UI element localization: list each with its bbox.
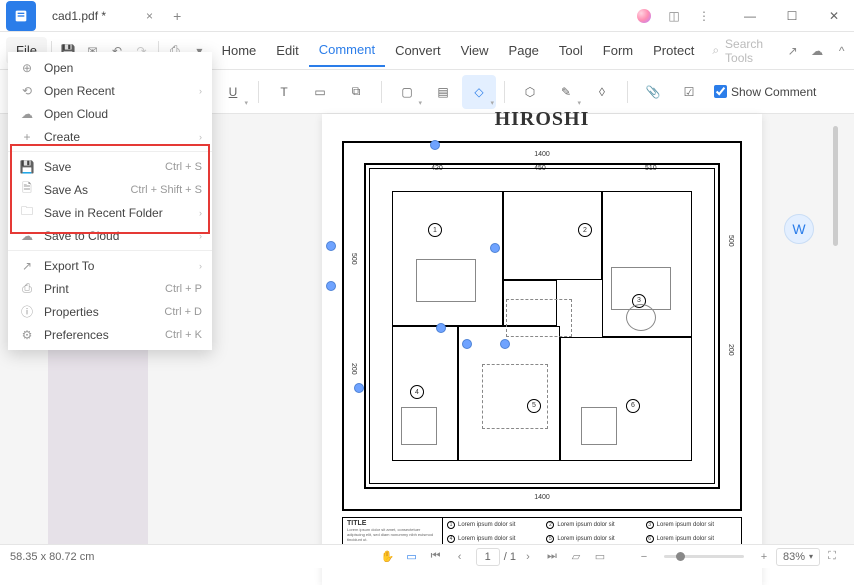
- text-tool[interactable]: T: [267, 75, 301, 109]
- menu-save[interactable]: 💾SaveCtrl + S: [8, 155, 212, 178]
- search-tools[interactable]: ⌕Search Tools: [704, 37, 780, 65]
- close-tab-icon[interactable]: ×: [146, 9, 153, 23]
- tab-convert[interactable]: Convert: [385, 35, 451, 66]
- close-button[interactable]: ✕: [814, 0, 854, 32]
- annotation-handle[interactable]: [430, 140, 440, 150]
- tab-comment[interactable]: Comment: [309, 34, 385, 67]
- dim-bottom: 1400: [534, 494, 550, 501]
- vertical-scrollbar[interactable]: [833, 126, 838, 246]
- assistant-icon[interactable]: [630, 2, 658, 30]
- maximize-button[interactable]: ☐: [772, 0, 812, 32]
- fit-width-icon[interactable]: ▭: [588, 545, 612, 569]
- menu-export[interactable]: ↗Export To›: [8, 254, 212, 277]
- cursor-coordinates: 58.35 x 80.72 cm: [10, 551, 94, 563]
- wand-icon: ⌕: [712, 43, 719, 58]
- menu-properties[interactable]: ⓘPropertiesCtrl + D: [8, 300, 212, 323]
- menu-save-cloud[interactable]: ☁Save to Cloud›: [8, 224, 212, 247]
- prev-page-icon[interactable]: ‹: [448, 545, 472, 569]
- more-icon[interactable]: ⋮: [690, 2, 718, 30]
- zoom-out-button[interactable]: −: [632, 545, 656, 569]
- fit-page-icon[interactable]: ▱: [564, 545, 588, 569]
- page-number-input[interactable]: 1: [476, 548, 500, 566]
- doc-title: HIROSHI: [322, 108, 762, 131]
- dim-top: 1400: [534, 151, 550, 158]
- attachment-tool[interactable]: 📎: [636, 75, 670, 109]
- stamp-tool[interactable]: ⬡: [513, 75, 547, 109]
- tab-protect[interactable]: Protect: [643, 35, 704, 66]
- statusbar: 58.35 x 80.72 cm ✋ ▭ ⏮ ‹ 1 / 1 › ⏭ ▱ ▭ −…: [0, 544, 854, 568]
- next-page-icon[interactable]: ›: [516, 545, 540, 569]
- add-tab-button[interactable]: +: [173, 8, 181, 24]
- cloud-icon[interactable]: ☁: [807, 37, 828, 65]
- comment-tool[interactable]: ▤: [426, 75, 460, 109]
- annotation-handle[interactable]: [490, 243, 500, 253]
- zoom-in-button[interactable]: +: [752, 545, 776, 569]
- fullscreen-icon[interactable]: ⛶: [820, 545, 844, 569]
- legend: TITLE Lorem ipsum dolor sit amet, consec…: [342, 517, 742, 547]
- tab-document[interactable]: cad1.pdf * ×: [42, 2, 163, 30]
- menu-open-recent[interactable]: ⟲Open Recent›: [8, 79, 212, 102]
- menu-print[interactable]: ⎙PrintCtrl + P: [8, 277, 212, 300]
- tab-home[interactable]: Home: [212, 35, 267, 66]
- menu-open[interactable]: ⊕Open: [8, 56, 212, 79]
- share-icon[interactable]: ↗: [782, 37, 803, 65]
- notification-icon[interactable]: ◫: [660, 2, 688, 30]
- underline-tool[interactable]: U: [216, 75, 250, 109]
- titlebar: cad1.pdf * × + ◫ ⋮ — ☐ ✕: [0, 0, 854, 32]
- first-page-icon[interactable]: ⏮: [424, 545, 448, 569]
- zoom-level[interactable]: 83%▾: [776, 548, 820, 566]
- tab-view[interactable]: View: [451, 35, 499, 66]
- textbox-tool[interactable]: ▭: [303, 75, 337, 109]
- minimize-button[interactable]: —: [730, 0, 770, 32]
- annotation-handle[interactable]: [462, 339, 472, 349]
- tab-filename: cad1.pdf *: [52, 9, 106, 23]
- annotation-handle[interactable]: [500, 339, 510, 349]
- menu-open-cloud[interactable]: ☁Open Cloud: [8, 102, 212, 125]
- annotation-handle[interactable]: [326, 281, 336, 291]
- document-page[interactable]: HIROSHI 1400 1400 420 450 510 500 200 50…: [322, 114, 762, 585]
- show-comment-checkbox[interactable]: [714, 85, 727, 98]
- menu-save-recent-folder[interactable]: 🗀Save in Recent Folder›: [8, 201, 212, 224]
- page-total: / 1: [504, 551, 516, 563]
- file-dropdown-menu: ⊕Open ⟲Open Recent› ☁Open Cloud +Create›…: [8, 52, 212, 350]
- measure-tool[interactable]: ◊: [585, 75, 619, 109]
- tab-form[interactable]: Form: [593, 35, 643, 66]
- menu-preferences[interactable]: ⚙PreferencesCtrl + K: [8, 323, 212, 346]
- comments-panel-icon[interactable]: ☑: [672, 75, 706, 109]
- collapse-icon[interactable]: ^: [831, 37, 852, 65]
- tab-edit[interactable]: Edit: [266, 35, 308, 66]
- select-tool-icon[interactable]: ▭: [400, 545, 424, 569]
- last-page-icon[interactable]: ⏭: [540, 545, 564, 569]
- floor-plan: 1400 1400 420 450 510 500 200 500 200: [342, 141, 742, 511]
- note-tool[interactable]: ▢: [390, 75, 424, 109]
- shape-tool[interactable]: ◇: [462, 75, 496, 109]
- tab-page[interactable]: Page: [499, 35, 549, 66]
- show-comment-toggle[interactable]: Show Comment: [714, 85, 816, 99]
- callout-tool[interactable]: ⧉: [339, 75, 373, 109]
- hand-tool-icon[interactable]: ✋: [376, 545, 400, 569]
- signature-tool[interactable]: ✎: [549, 75, 583, 109]
- menu-save-as[interactable]: 🗎Save AsCtrl + Shift + S: [8, 178, 212, 201]
- app-icon[interactable]: [6, 1, 36, 31]
- annotation-handle[interactable]: [436, 323, 446, 333]
- menu-create[interactable]: +Create›: [8, 125, 212, 148]
- annotation-handle[interactable]: [326, 241, 336, 251]
- annotation-handle[interactable]: [354, 383, 364, 393]
- word-export-button[interactable]: W: [784, 214, 814, 244]
- tab-tool[interactable]: Tool: [549, 35, 593, 66]
- zoom-slider[interactable]: [664, 555, 744, 558]
